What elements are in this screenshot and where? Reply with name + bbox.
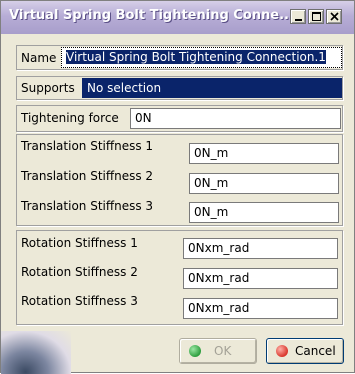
translation-stiffness-2-label: Translation Stiffness 2 xyxy=(21,169,154,183)
translation-stiffness-1-input[interactable]: 0N_m xyxy=(189,143,339,164)
tightening-group: Tightening force 0N xyxy=(16,105,343,132)
close-button[interactable] xyxy=(326,9,342,24)
name-input[interactable]: Virtual Spring Bolt Tightening Connectio… xyxy=(61,47,342,68)
cancel-button[interactable]: Cancel xyxy=(266,338,344,364)
cancel-label: Cancel xyxy=(295,344,336,358)
dialog-window: Virtual Spring Bolt Tightening Conne... … xyxy=(0,0,355,374)
supports-group: Supports No selection xyxy=(16,76,343,100)
rotation-stiffness-group: Rotation Stiffness 1 0Nxm_rad Rotation S… xyxy=(16,230,343,325)
minimize-icon xyxy=(295,19,302,21)
tightening-force-label: Tightening force xyxy=(21,111,119,125)
translation-stiffness-2-input[interactable]: 0N_m xyxy=(189,173,339,194)
title-bar[interactable]: Virtual Spring Bolt Tightening Conne... xyxy=(1,1,354,34)
window-title: Virtual Spring Bolt Tightening Conne... xyxy=(9,8,294,23)
cancel-icon xyxy=(276,345,288,357)
name-value: Virtual Spring Bolt Tightening Connectio… xyxy=(66,50,326,64)
maximize-button[interactable] xyxy=(308,9,324,24)
minimize-button[interactable] xyxy=(290,9,306,24)
ok-button[interactable]: OK xyxy=(179,338,257,364)
rotation-stiffness-1-label: Rotation Stiffness 1 xyxy=(21,236,138,250)
translation-stiffness-3-input[interactable]: 0N_m xyxy=(189,202,339,223)
rotation-stiffness-1-input[interactable]: 0Nxm_rad xyxy=(183,238,338,259)
translation-stiffness-3-label: Translation Stiffness 3 xyxy=(21,199,154,213)
supports-label: Supports xyxy=(21,81,75,95)
rotation-stiffness-3-input[interactable]: 0Nxm_rad xyxy=(183,298,338,319)
tightening-force-input[interactable]: 0N xyxy=(130,108,341,129)
translation-stiffness-group: Translation Stiffness 1 0N_m Translation… xyxy=(16,134,343,226)
supports-selector[interactable]: No selection xyxy=(82,78,342,98)
rotation-stiffness-2-input[interactable]: 0Nxm_rad xyxy=(183,268,338,289)
rotation-stiffness-3-label: Rotation Stiffness 3 xyxy=(21,294,138,308)
name-group: Name Virtual Spring Bolt Tightening Conn… xyxy=(16,45,343,70)
close-icon xyxy=(330,12,339,21)
rotation-stiffness-2-label: Rotation Stiffness 2 xyxy=(21,265,138,279)
translation-stiffness-1-label: Translation Stiffness 1 xyxy=(21,139,154,153)
name-label: Name xyxy=(21,51,57,65)
ok-label: OK xyxy=(214,344,232,358)
maximize-icon xyxy=(312,12,321,21)
corner-decoration xyxy=(1,331,71,374)
ok-icon xyxy=(189,345,201,357)
